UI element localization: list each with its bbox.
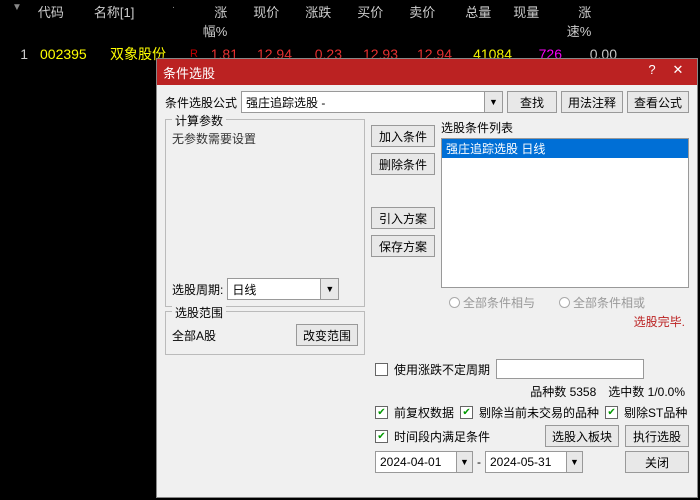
date-from-combo[interactable]: ▼: [375, 451, 473, 473]
save-plan-button[interactable]: 保存方案: [371, 235, 435, 257]
params-text: 无参数需要设置: [172, 130, 358, 147]
change-scope-button[interactable]: 改变范围: [296, 324, 358, 346]
radio-icon: [449, 297, 460, 308]
dropdown-icon[interactable]: ▼: [4, 2, 30, 40]
params-fieldset: 计算参数 无参数需要设置 选股周期: ▼: [165, 119, 365, 307]
to-block-button[interactable]: 选股入板块: [545, 425, 619, 447]
formula-input[interactable]: [242, 92, 484, 112]
count-label: 品种数: [530, 385, 566, 399]
timespan-checkbox[interactable]: ✔: [375, 430, 388, 443]
radio-or[interactable]: 全部条件相或: [559, 294, 645, 311]
unstable-period-label: 使用涨跌不定周期: [394, 361, 490, 378]
params-legend: 计算参数: [172, 112, 226, 129]
radio-and[interactable]: 全部条件相与: [449, 294, 535, 311]
close-icon[interactable]: ✕: [665, 62, 691, 82]
col-price[interactable]: 现价: [235, 2, 287, 40]
period-label: 选股周期:: [172, 281, 223, 298]
view-formula-button[interactable]: 查看公式: [627, 91, 689, 113]
execute-button[interactable]: 执行选股: [625, 425, 689, 447]
col-now[interactable]: 现量: [499, 2, 547, 40]
remove-st-label: 剔除ST品种: [624, 404, 687, 421]
remove-notrade-label: 剔除当前未交易的品种: [479, 404, 599, 421]
col-chg[interactable]: 涨跌: [287, 2, 339, 40]
period-combo[interactable]: ▼: [227, 278, 339, 300]
fq-label: 前复权数据: [394, 404, 454, 421]
col-speed[interactable]: 涨速%: [547, 2, 599, 40]
add-condition-button[interactable]: 加入条件: [371, 125, 435, 147]
date-to-combo[interactable]: ▼: [485, 451, 583, 473]
help-icon[interactable]: ?: [639, 62, 665, 82]
scope-text: 全部A股: [172, 327, 216, 344]
condition-listbox[interactable]: 强庄追踪选股 日线: [441, 138, 689, 288]
col-name[interactable]: 名称[1]: [86, 2, 164, 40]
chevron-down-icon[interactable]: ▼: [566, 452, 582, 472]
selected-value: 1/0.0%: [648, 385, 685, 399]
col-bid[interactable]: 买价: [339, 2, 391, 40]
timespan-label: 时间段内满足条件: [394, 428, 490, 445]
stock-table-header: ▼ 代码 名称[1] · 涨幅% 现价 涨跌 买价 卖价 总量 现量 涨速%: [0, 0, 700, 42]
import-plan-button[interactable]: 引入方案: [371, 207, 435, 229]
fq-checkbox[interactable]: ✔: [375, 406, 388, 419]
selected-label: 选中数: [608, 385, 644, 399]
dot-icon: ·: [164, 2, 183, 40]
col-code[interactable]: 代码: [30, 2, 86, 40]
stock-code: 002395: [34, 46, 104, 62]
date-to-input[interactable]: [486, 452, 566, 472]
radio-icon: [559, 297, 570, 308]
col-vol[interactable]: 总量: [443, 2, 499, 40]
condition-stock-dialog: 条件选股 ? ✕ 条件选股公式 ▼ 查找 用法注释 查看公式 计算参数 无参数需…: [156, 58, 698, 498]
delete-condition-button[interactable]: 删除条件: [371, 153, 435, 175]
close-button[interactable]: 关闭: [625, 451, 689, 473]
usage-button[interactable]: 用法注释: [561, 91, 623, 113]
col-ask[interactable]: 卖价: [391, 2, 443, 40]
chevron-down-icon[interactable]: ▼: [456, 452, 472, 472]
date-sep: -: [477, 455, 481, 469]
list-item[interactable]: 强庄追踪选股 日线: [442, 139, 688, 158]
period-input[interactable]: [228, 279, 320, 299]
count-value: 5358: [570, 385, 597, 399]
scope-fieldset: 选股范围 全部A股 改变范围: [165, 311, 365, 355]
formula-combo[interactable]: ▼: [241, 91, 503, 113]
chevron-down-icon[interactable]: ▼: [484, 92, 502, 112]
unstable-period-input[interactable]: [496, 359, 644, 379]
find-button[interactable]: 查找: [507, 91, 557, 113]
formula-label: 条件选股公式: [165, 94, 237, 111]
scope-legend: 选股范围: [172, 304, 226, 321]
unstable-period-checkbox[interactable]: [375, 363, 388, 376]
remove-notrade-checkbox[interactable]: ✔: [460, 406, 473, 419]
dialog-title: 条件选股: [163, 63, 215, 82]
condition-list-label: 选股条件列表: [441, 119, 689, 136]
date-from-input[interactable]: [376, 452, 456, 472]
dialog-titlebar[interactable]: 条件选股 ? ✕: [157, 59, 697, 85]
status-text: 选股完毕.: [441, 313, 685, 330]
row-index: 1: [4, 46, 34, 62]
chevron-down-icon[interactable]: ▼: [320, 279, 338, 299]
col-pct[interactable]: 涨幅%: [183, 2, 235, 40]
remove-st-checkbox[interactable]: ✔: [605, 406, 618, 419]
